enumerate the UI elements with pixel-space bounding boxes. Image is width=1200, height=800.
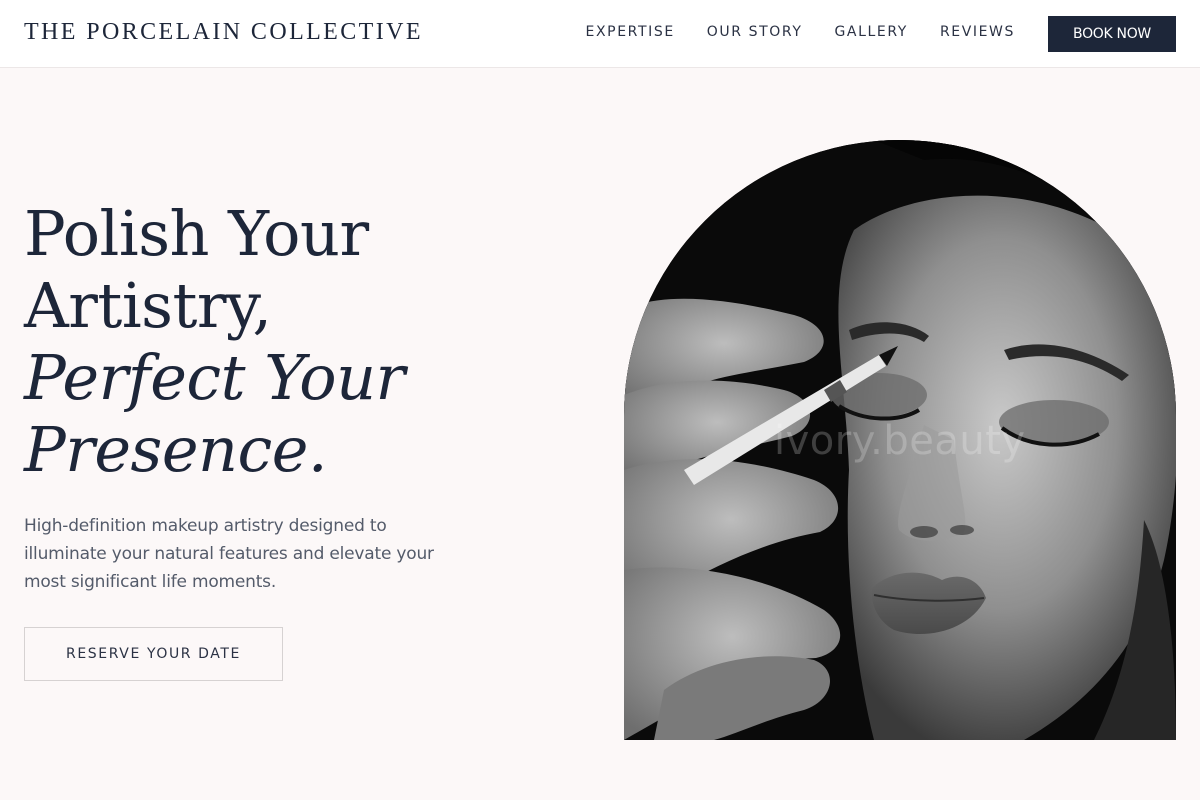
hero-title: Polish Your Artistry, Perfect Your Prese… — [24, 198, 405, 486]
nav-links: EXPERTISE OUR STORY GALLERY REVIEWS — [586, 24, 1015, 40]
top-navbar: THE PORCELAIN COLLECTIVE EXPERTISE OUR S… — [0, 0, 1200, 68]
hero-title-italic-line-2: Presence. — [24, 413, 328, 486]
reserve-date-button[interactable]: RESERVE YOUR DATE — [24, 627, 283, 681]
brand-logo[interactable]: THE PORCELAIN COLLECTIVE — [24, 19, 423, 46]
nav-link-expertise[interactable]: EXPERTISE — [586, 24, 675, 40]
nav-link-our-story[interactable]: OUR STORY — [707, 24, 803, 40]
photo-watermark: ivory.beauty — [774, 418, 1026, 464]
hero-title-line-2: Artistry, — [24, 269, 272, 342]
hero-title-line-1: Polish Your — [24, 197, 369, 270]
nav-link-gallery[interactable]: GALLERY — [834, 24, 907, 40]
hero-photo: ivory.beauty — [624, 140, 1176, 740]
nav-link-reviews[interactable]: REVIEWS — [940, 24, 1015, 40]
hero-title-italic-line-1: Perfect Your — [24, 341, 405, 414]
book-now-button[interactable]: BOOK NOW — [1048, 16, 1176, 52]
hero-subtitle: High-definition makeup artistry designed… — [24, 516, 434, 592]
